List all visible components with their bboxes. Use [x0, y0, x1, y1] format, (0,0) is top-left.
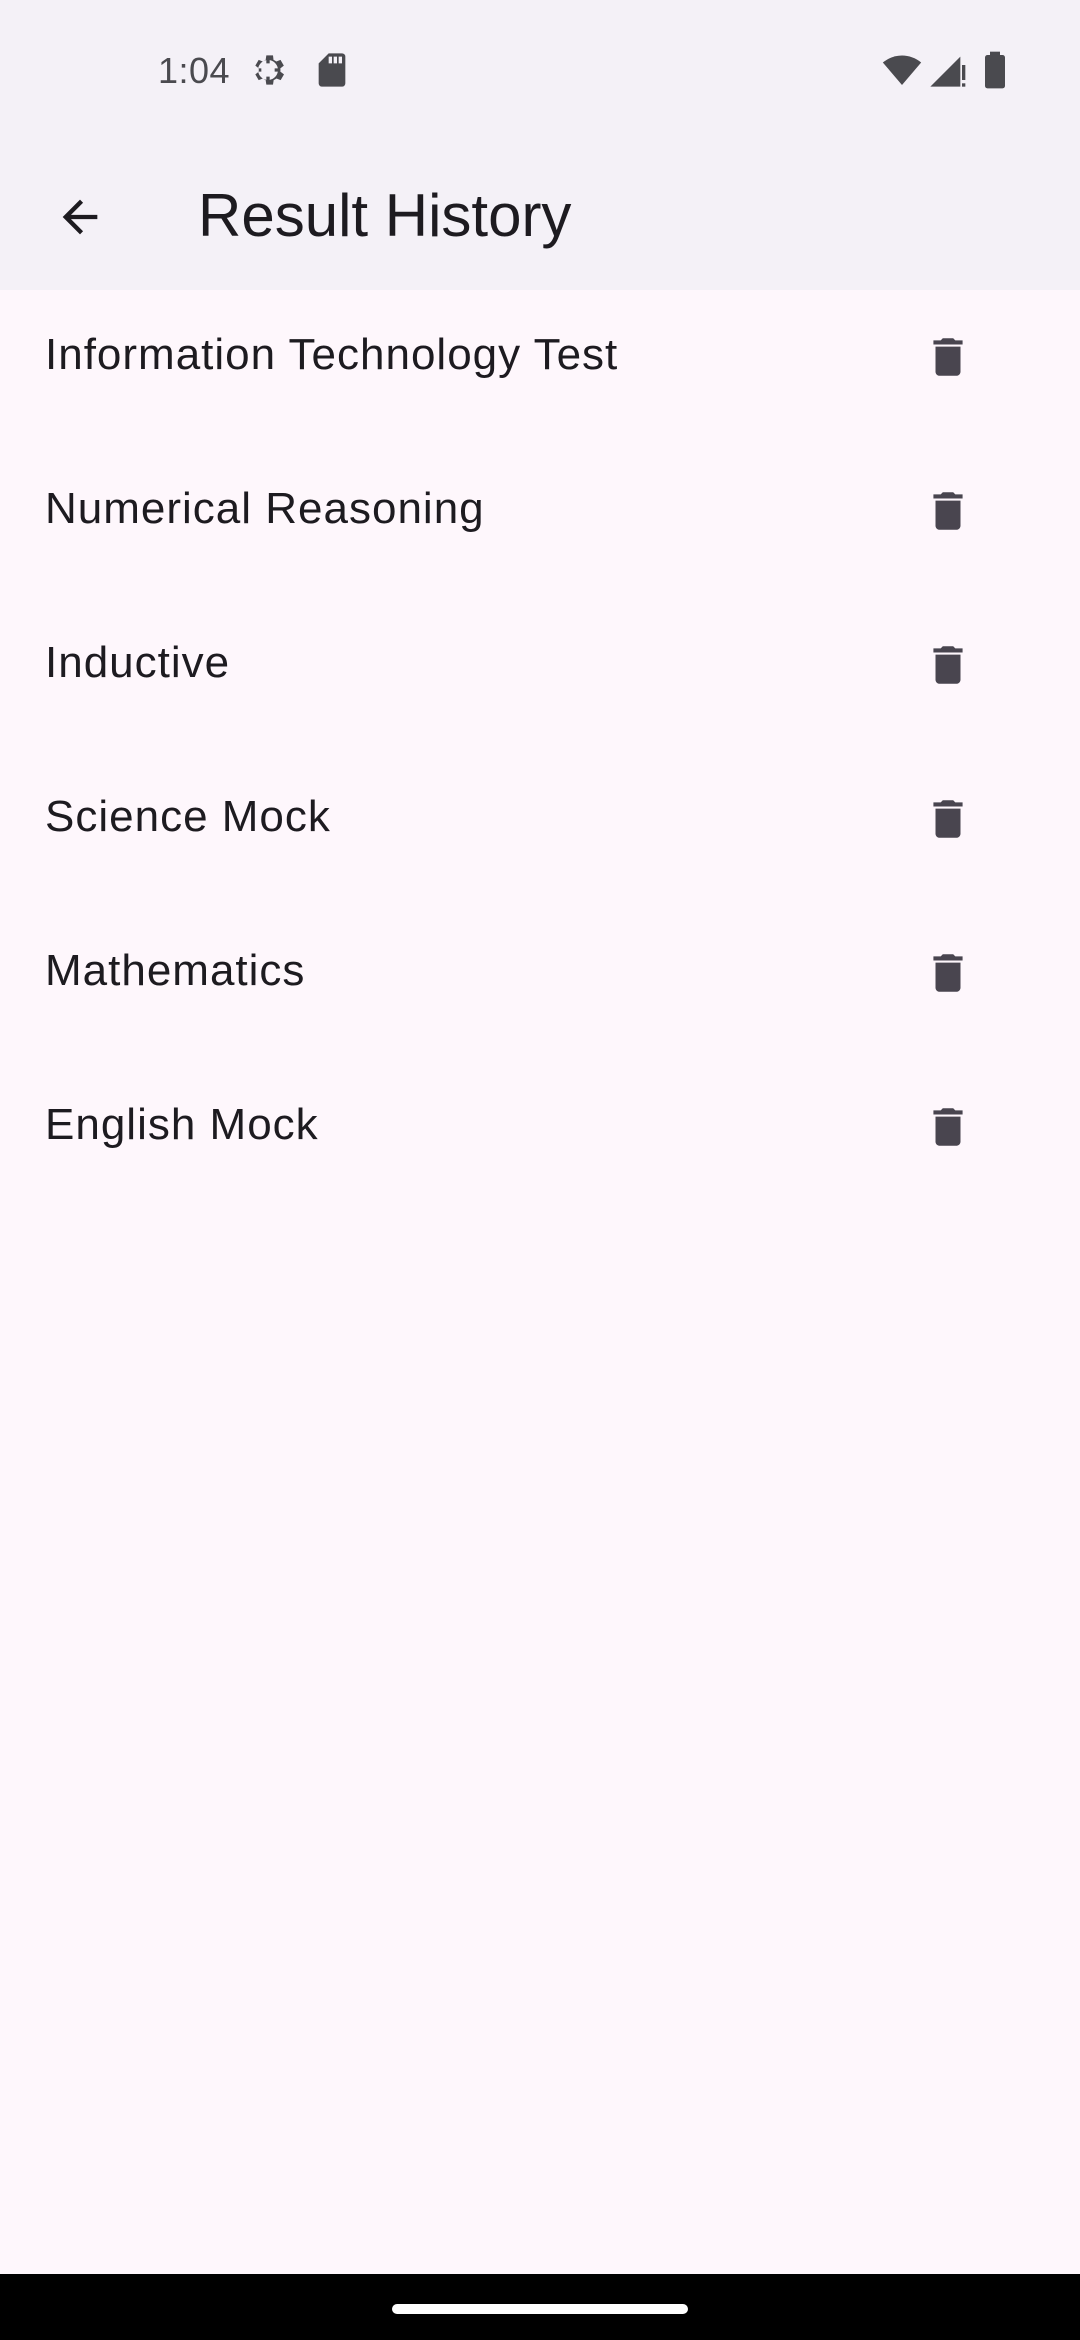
sd-card-icon	[318, 53, 346, 87]
result-label: Information Technology Test	[45, 330, 619, 379]
home-indicator[interactable]	[392, 2304, 688, 2314]
back-button[interactable]	[40, 177, 120, 257]
delete-button[interactable]	[908, 779, 988, 859]
list-item-result[interactable]: Science Mock	[0, 752, 1080, 906]
list-item-result[interactable]: English Mock	[0, 1060, 1080, 1214]
page-title: Result History	[198, 182, 572, 249]
delete-button[interactable]	[908, 625, 988, 705]
list-item-result[interactable]: Information Technology Test	[0, 290, 1080, 444]
delete-icon	[933, 1108, 963, 1146]
delete-icon	[933, 800, 963, 838]
delete-icon	[933, 492, 963, 530]
arrow-back-icon	[62, 199, 98, 235]
result-label: English Mock	[45, 1100, 319, 1149]
status-time: 1:04	[158, 50, 231, 91]
result-label: Mathematics	[45, 946, 306, 995]
delete-icon	[933, 954, 963, 992]
app-bar: Result History	[0, 142, 1080, 290]
delete-button[interactable]	[908, 317, 988, 397]
cell-signal-icon	[930, 56, 966, 87]
list-item-result[interactable]: Inductive	[0, 598, 1080, 752]
settings-gear-icon	[255, 55, 284, 85]
list-item-result[interactable]: Mathematics	[0, 906, 1080, 1060]
battery-icon	[985, 51, 1005, 89]
result-label: Numerical Reasoning	[45, 484, 485, 533]
result-label: Science Mock	[45, 792, 331, 841]
result-history-list: Information Technology Test Numerical Re…	[0, 290, 1080, 1214]
delete-icon	[933, 646, 963, 684]
delete-button[interactable]	[908, 1087, 988, 1167]
delete-button[interactable]	[908, 933, 988, 1013]
list-item-result[interactable]: Numerical Reasoning	[0, 444, 1080, 598]
result-label: Inductive	[45, 638, 231, 687]
delete-button[interactable]	[908, 471, 988, 551]
status-bar: 1:04	[0, 0, 1080, 142]
navigation-bar	[0, 2274, 1080, 2340]
wifi-icon	[882, 55, 922, 85]
delete-icon	[933, 338, 963, 376]
